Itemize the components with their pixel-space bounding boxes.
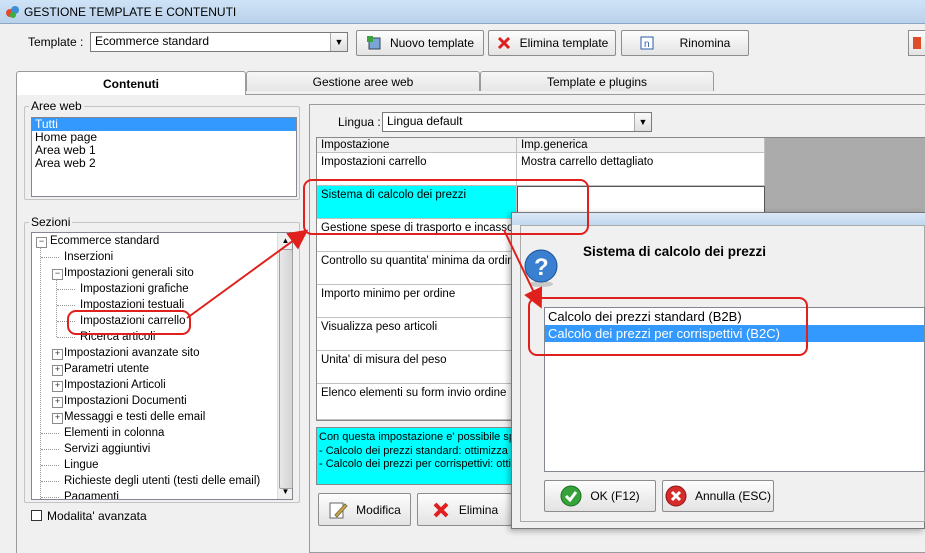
lingua-select[interactable]: Lingua default ▼: [382, 112, 652, 132]
tree-item[interactable]: Impostazioni grafiche: [80, 281, 189, 297]
expand-icon[interactable]: +: [52, 381, 63, 392]
tree-scrollbar[interactable]: ▲ ▼: [277, 233, 293, 499]
red-x-icon: [497, 36, 510, 50]
template-select[interactable]: Ecommerce standard ▼: [90, 32, 348, 52]
cancel-button-label: Annulla (ESC): [694, 489, 772, 503]
cancel-button[interactable]: Annulla (ESC): [662, 480, 774, 512]
sezioni-tree[interactable]: − Ecommerce standard Inserzioni − Impost…: [31, 232, 293, 500]
expand-icon[interactable]: +: [52, 365, 63, 376]
dialog-title: Sistema di calcolo dei prezzi: [583, 244, 767, 259]
tree-item[interactable]: Messaggi e testi delle email: [64, 409, 205, 425]
tree-item[interactable]: Impostazioni Articoli: [64, 377, 166, 393]
window-title-bar: GESTIONE TEMPLATE E CONTENUTI: [0, 0, 925, 24]
tab-template-plugins[interactable]: Template e plugins: [480, 71, 714, 91]
ok-button-label: OK (F12): [590, 489, 640, 503]
tab-template-plugins-label: Template e plugins: [546, 74, 648, 89]
template-select-value: Ecommerce standard: [95, 34, 210, 48]
tree-item[interactable]: Inserzioni: [64, 249, 113, 265]
grid-cell-name[interactable]: Unita' di misura del peso: [317, 351, 517, 384]
grid-cell-name[interactable]: Elenco elementi su form invio ordine: [317, 384, 517, 420]
tree-item[interactable]: Impostazioni Documenti: [64, 393, 187, 409]
tree-item[interactable]: Ecommerce standard: [50, 233, 159, 249]
grid-cell-name[interactable]: Controllo su quantita' minima da ordinar…: [317, 252, 517, 285]
new-template-button[interactable]: Nuovo template: [356, 30, 484, 56]
svg-text:?: ?: [534, 254, 549, 281]
description-line: - Calcolo dei prezzi per corrispettivi: …: [319, 458, 511, 470]
tree-item[interactable]: Elementi in colonna: [64, 425, 164, 441]
delete-button-label: Elimina: [458, 502, 499, 517]
rename-button[interactable]: n Rinomina: [621, 30, 749, 56]
close-icon: [913, 37, 921, 49]
tab-contenuti-label: Contenuti: [103, 76, 159, 91]
edit-icon: [329, 502, 348, 518]
tree-item[interactable]: Impostazioni generali sito: [64, 265, 194, 281]
annotation-box-options: [528, 297, 808, 356]
tab-gestione-aree-web-label: Gestione aree web: [312, 74, 414, 89]
svg-text:n: n: [644, 39, 650, 50]
cancel-icon: [665, 485, 687, 507]
grid-header-impostazione: Impostazione: [317, 138, 517, 153]
annotation-box-tree: [67, 310, 191, 335]
chevron-down-icon[interactable]: ▼: [330, 33, 347, 51]
description-box: Con questa impostazione e' possibile sp …: [316, 427, 516, 485]
tab-gestione-aree-web[interactable]: Gestione aree web: [246, 71, 480, 91]
delete-button[interactable]: Elimina: [417, 493, 512, 526]
tree-item[interactable]: Impostazioni avanzate sito: [64, 345, 200, 361]
lingua-select-value: Lingua default: [387, 114, 463, 128]
template-label: Template :: [28, 35, 84, 49]
delete-template-label: Elimina template: [519, 36, 609, 50]
new-template-label: Nuovo template: [389, 36, 475, 50]
aree-web-list[interactable]: Tutti Home page Area web 1 Area web 2: [31, 117, 297, 197]
expand-icon[interactable]: +: [52, 349, 63, 360]
rename-label: Rinomina: [679, 36, 731, 50]
tree-item[interactable]: Lingue: [64, 457, 99, 473]
app-icon: [6, 6, 19, 18]
scroll-up-icon[interactable]: ▲: [278, 233, 293, 248]
advanced-mode-checkbox[interactable]: [31, 510, 42, 521]
collapse-icon[interactable]: −: [52, 269, 63, 280]
tab-contenuti[interactable]: Contenuti: [16, 71, 246, 95]
aree-web-label: Aree web: [29, 99, 84, 113]
description-line: Con questa impostazione e' possibile sp: [319, 431, 515, 443]
lingua-label: Lingua :: [338, 115, 381, 129]
tree-item[interactable]: Pagamenti: [64, 489, 119, 499]
question-icon: ?: [524, 249, 558, 287]
check-icon: [560, 485, 582, 507]
expand-icon[interactable]: +: [52, 413, 63, 424]
advanced-mode-label: Modalita' avanzata: [47, 509, 147, 523]
expand-icon[interactable]: +: [52, 397, 63, 408]
new-template-icon: [366, 36, 381, 50]
window-title: GESTIONE TEMPLATE E CONTENUTI: [24, 5, 237, 19]
description-line: - Calcolo dei prezzi standard: ottimizza…: [319, 444, 514, 457]
red-x-icon: [433, 502, 449, 517]
collapse-icon[interactable]: −: [36, 237, 47, 248]
tree-item[interactable]: Richieste degli utenti (testi delle emai…: [64, 473, 260, 489]
scroll-thumb[interactable]: [279, 249, 293, 489]
grid-header-imp-generica: Imp.generica: [517, 138, 765, 153]
ok-button[interactable]: OK (F12): [544, 480, 656, 512]
list-item[interactable]: Area web 2: [32, 157, 296, 170]
sezioni-label: Sezioni: [29, 215, 73, 229]
edit-button[interactable]: Modifica: [318, 493, 411, 526]
annotation-box-grid: [303, 179, 589, 235]
grid-cell-name[interactable]: Importo minimo per ordine: [317, 285, 517, 318]
rename-icon: n: [640, 36, 654, 50]
delete-template-button[interactable]: Elimina template: [488, 30, 616, 56]
tree-item[interactable]: Servizi aggiuntivi: [64, 441, 150, 457]
grid-cell-name[interactable]: Visualizza peso articoli: [317, 318, 517, 351]
scroll-down-icon[interactable]: ▼: [278, 484, 293, 499]
chevron-down-icon[interactable]: ▼: [634, 113, 651, 131]
tree-item[interactable]: Parametri utente: [64, 361, 149, 377]
close-partial-button[interactable]: [908, 30, 925, 56]
edit-button-label: Modifica: [356, 502, 401, 517]
